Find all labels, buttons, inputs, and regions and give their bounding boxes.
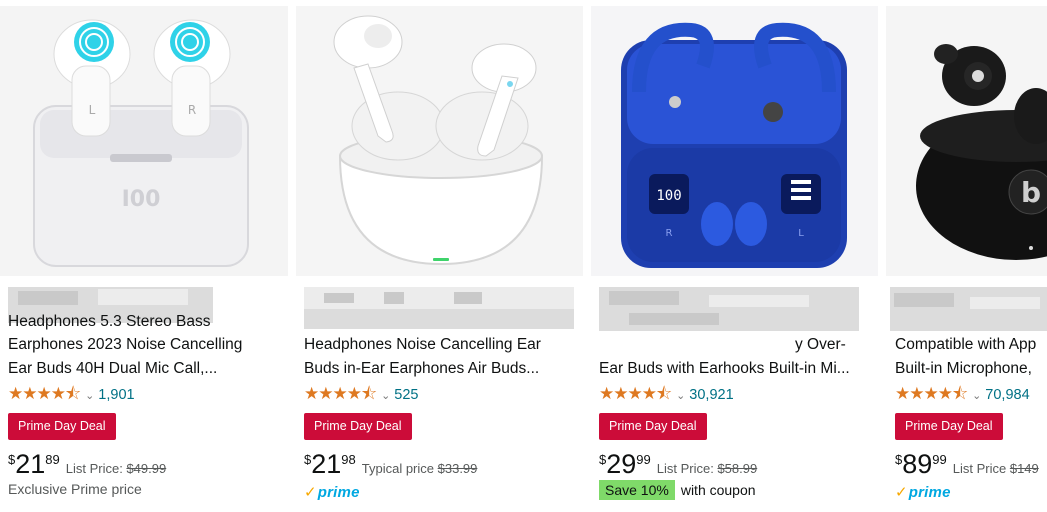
product-image[interactable]: 100 R L: [591, 6, 878, 276]
prime-check-icon: ✓: [895, 484, 908, 501]
product-title-line[interactable]: Headphones Noise Cancelling Ear: [304, 333, 579, 357]
svg-text:I00: I00: [122, 187, 161, 212]
deal-badge: Prime Day Deal: [8, 413, 116, 440]
svg-text:L: L: [798, 228, 804, 239]
price-fraction: 89: [45, 452, 60, 467]
price-symbol: $: [599, 452, 607, 467]
product-card-4[interactable]: b Compatible with App Built-in Microphon…: [886, 0, 1047, 512]
prime-check-icon: ✓: [304, 484, 317, 501]
product-title-line[interactable]: Buds in-Ear Earphones Air Buds...: [304, 357, 579, 381]
typical-price: Typical price $33.99: [361, 461, 478, 476]
list-price: List Price: $58.99: [656, 461, 758, 476]
svg-text:R: R: [666, 228, 673, 239]
star-rating-icon: ★★★★⯪: [599, 383, 672, 403]
coupon[interactable]: Save 10% with coupon: [599, 480, 756, 500]
chevron-down-icon[interactable]: ⌄: [85, 389, 94, 402]
rating-count-link[interactable]: 70,984: [985, 387, 1029, 403]
product-title-line[interactable]: y Over-: [795, 333, 865, 357]
blurred-title-area: [599, 287, 859, 331]
product-image[interactable]: I00 L R: [0, 6, 288, 276]
coupon-text: with coupon: [680, 482, 756, 498]
star-rating-icon: ★★★★⯪: [895, 383, 968, 403]
product-title-line[interactable]: Ear Buds with Earhooks Built-in Mi...: [599, 357, 874, 381]
rating[interactable]: ★★★★⯪ ⌄ 525: [304, 384, 418, 406]
price-whole: 21: [311, 449, 342, 479]
svg-text:b: b: [1021, 176, 1041, 209]
price-fraction: 99: [932, 452, 947, 467]
deal-badge: Prime Day Deal: [304, 413, 412, 440]
price[interactable]: $ 89 99 List Price $149: [895, 449, 1039, 479]
price-symbol: $: [895, 452, 903, 467]
blurred-title-area: [304, 287, 574, 331]
deal-badge: Prime Day Deal: [895, 413, 1003, 440]
star-rating-icon: ★★★★⯪: [304, 383, 377, 403]
svg-text:L: L: [89, 103, 96, 117]
product-title-line[interactable]: Earphones 2023 Noise Cancelling: [8, 333, 278, 357]
svg-text:100: 100: [656, 188, 681, 204]
list-price: List Price: $49.99: [65, 461, 167, 476]
price[interactable]: $ 29 99 List Price: $58.99: [599, 449, 757, 479]
price[interactable]: $ 21 98 Typical price $33.99: [304, 449, 477, 479]
svg-text:R: R: [188, 103, 196, 117]
product-card-3[interactable]: 100 R L y Over- Ear Buds with Earhooks B…: [591, 0, 878, 512]
rating[interactable]: ★★★★⯪ ⌄ 70,984: [895, 384, 1030, 406]
product-card-2[interactable]: Headphones Noise Cancelling Ear Buds in-…: [296, 0, 583, 512]
chevron-down-icon[interactable]: ⌄: [381, 389, 390, 402]
prime-badge: ✓prime: [895, 484, 951, 501]
product-title-line[interactable]: Headphones 5.3 Stereo Bass: [8, 310, 278, 332]
product-image[interactable]: b: [886, 6, 1047, 276]
price-whole: 21: [15, 449, 46, 479]
rating-count-link[interactable]: 1,901: [98, 387, 134, 403]
product-image[interactable]: [296, 6, 583, 276]
blurred-title-area: [890, 287, 1047, 331]
coupon-badge: Save 10%: [599, 480, 675, 500]
price-whole: 89: [902, 449, 933, 479]
rating-count-link[interactable]: 30,921: [689, 387, 733, 403]
chevron-down-icon[interactable]: ⌄: [676, 389, 685, 402]
rating[interactable]: ★★★★⯪ ⌄ 1,901: [8, 384, 135, 406]
product-title-line[interactable]: Ear Buds 40H Dual Mic Call,...: [8, 357, 278, 381]
list-price: List Price $149: [952, 461, 1039, 476]
star-rating-icon: ★★★★⯪: [8, 383, 81, 403]
chevron-down-icon[interactable]: ⌄: [972, 389, 981, 402]
price-fraction: 99: [636, 452, 651, 467]
product-title-line[interactable]: Built-in Microphone,: [895, 357, 1047, 381]
product-title-line[interactable]: Compatible with App: [895, 333, 1047, 357]
prime-badge: ✓prime: [304, 484, 360, 501]
rating[interactable]: ★★★★⯪ ⌄ 30,921: [599, 384, 734, 406]
price-symbol: $: [304, 452, 312, 467]
price-symbol: $: [8, 452, 16, 467]
rating-count-link[interactable]: 525: [394, 387, 418, 403]
price-whole: 29: [606, 449, 637, 479]
deal-badge: Prime Day Deal: [599, 413, 707, 440]
exclusive-prime-text: Exclusive Prime price: [8, 481, 142, 497]
price[interactable]: $ 21 89 List Price: $49.99: [8, 449, 166, 479]
product-card-1[interactable]: I00 L R Headphones 5.3 Stereo Bass Earph…: [0, 0, 288, 512]
price-fraction: 98: [341, 452, 356, 467]
